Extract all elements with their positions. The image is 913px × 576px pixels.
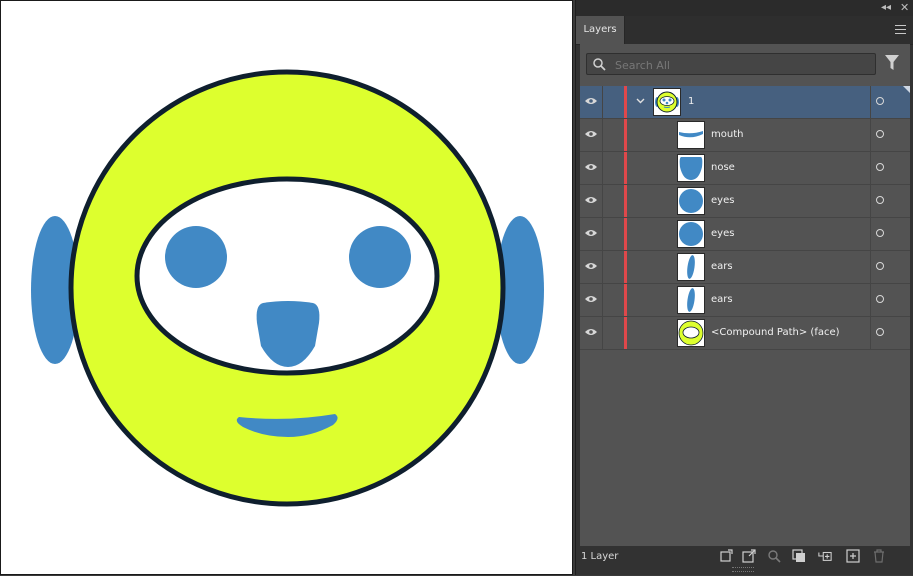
layers-list-area: 1 mouth: [580, 44, 910, 546]
layer-row-eyes[interactable]: eyes: [580, 218, 910, 251]
layer-row-ears[interactable]: ears: [580, 284, 910, 317]
face-thumb: [653, 88, 681, 116]
ear-thumb: [677, 286, 705, 314]
layer-color-bar: [624, 284, 627, 316]
layer-row-mouth[interactable]: mouth: [580, 119, 910, 152]
visibility-eye-icon[interactable]: [585, 295, 597, 303]
layer-name[interactable]: mouth: [711, 128, 743, 142]
layers-panel: ◂◂ ✕ Layers Search All 1 mouth nose eyes…: [575, 0, 913, 575]
visibility-eye-icon[interactable]: [585, 262, 597, 270]
collect-for-export-icon[interactable]: [719, 549, 733, 563]
eye-thumb: [677, 187, 705, 215]
target-circle-icon[interactable]: [876, 328, 884, 336]
layer-count: 1 Layer: [581, 551, 619, 562]
visibility-eye-icon[interactable]: [585, 229, 597, 237]
create-sublayer-icon[interactable]: [818, 549, 832, 563]
app-window: ◂◂ ✕ Layers Search All 1 mouth nose eyes…: [0, 0, 913, 575]
target-circle-icon[interactable]: [876, 130, 884, 138]
target-circle-icon[interactable]: [876, 295, 884, 303]
layer-name[interactable]: <Compound Path> (face): [711, 326, 840, 340]
visibility-eye-icon[interactable]: [585, 163, 597, 171]
mouth-thumb: [677, 121, 705, 149]
layer-color-bar: [624, 317, 627, 349]
export-icon[interactable]: [742, 549, 756, 563]
target-circle-icon[interactable]: [876, 163, 884, 171]
lock-column[interactable]: [602, 317, 603, 349]
collapse-panel-icon[interactable]: ◂◂: [881, 1, 891, 15]
artwork: [31, 69, 544, 507]
close-panel-icon[interactable]: ✕: [900, 1, 909, 15]
lock-column[interactable]: [602, 251, 603, 283]
target-circle-icon[interactable]: [876, 196, 884, 204]
resize-grip[interactable]: [732, 567, 754, 572]
artboard-canvas[interactable]: [0, 0, 573, 575]
visibility-eye-icon[interactable]: [585, 328, 597, 336]
layer-name[interactable]: ears: [711, 260, 733, 274]
panel-footer: 1 Layer: [576, 546, 913, 575]
panel-menu-icon[interactable]: [895, 25, 906, 37]
filter-icon[interactable]: [885, 55, 899, 71]
lock-column[interactable]: [602, 218, 603, 250]
tab-layers[interactable]: Layers: [576, 16, 625, 44]
layer-color-bar: [624, 185, 627, 217]
disclosure-chevron-icon[interactable]: [636, 97, 645, 105]
face-compound-path[interactable]: [68, 69, 506, 507]
layer-row-nose[interactable]: nose: [580, 152, 910, 185]
face-ring-thumb: [677, 319, 705, 347]
layer-row-compound-path[interactable]: <Compound Path> (face): [580, 317, 910, 350]
lock-column[interactable]: [602, 185, 603, 217]
layer-name[interactable]: eyes: [711, 194, 734, 208]
visibility-eye-icon[interactable]: [585, 130, 597, 138]
layer-name[interactable]: 1: [688, 95, 694, 109]
lock-column[interactable]: [602, 86, 603, 118]
layer-name[interactable]: nose: [711, 161, 735, 175]
lock-column[interactable]: [602, 284, 603, 316]
layer-color-bar: [624, 152, 627, 184]
new-layer-icon[interactable]: [846, 549, 860, 563]
right-eye[interactable]: [349, 226, 411, 288]
search-icon: [593, 58, 606, 71]
nose-thumb: [677, 154, 705, 182]
search-input[interactable]: [613, 56, 875, 74]
current-layer-indicator: [903, 86, 910, 93]
layer-color-bar: [624, 251, 627, 283]
target-circle-icon[interactable]: [876, 262, 884, 270]
eye-thumb: [677, 220, 705, 248]
panel-titlebar: ◂◂ ✕: [576, 0, 913, 16]
delete-icon[interactable]: [872, 549, 886, 563]
visibility-eye-icon[interactable]: [585, 196, 597, 204]
layer-row-eyes[interactable]: eyes: [580, 185, 910, 218]
layer-name[interactable]: eyes: [711, 227, 734, 241]
layer-color-bar: [624, 119, 627, 151]
visibility-eye-icon[interactable]: [585, 97, 597, 105]
layer-color-bar: [624, 86, 627, 118]
layer-row-1[interactable]: 1: [580, 86, 910, 119]
make-clipping-mask-icon[interactable]: [792, 549, 806, 563]
search-box: [586, 53, 876, 75]
nose[interactable]: [256, 301, 320, 367]
left-eye[interactable]: [165, 226, 227, 288]
layer-row-ears[interactable]: ears: [580, 251, 910, 284]
ear-thumb: [677, 253, 705, 281]
layer-color-bar: [624, 218, 627, 250]
locate-object-icon[interactable]: [767, 549, 781, 563]
lock-column[interactable]: [602, 152, 603, 184]
target-circle-icon[interactable]: [876, 97, 884, 105]
panel-tab-row: Layers: [576, 16, 913, 45]
layers-list: 1 mouth nose eyes eyes ears ears <Compou…: [580, 86, 910, 350]
target-circle-icon[interactable]: [876, 229, 884, 237]
layer-name[interactable]: ears: [711, 293, 733, 307]
lock-column[interactable]: [602, 119, 603, 151]
